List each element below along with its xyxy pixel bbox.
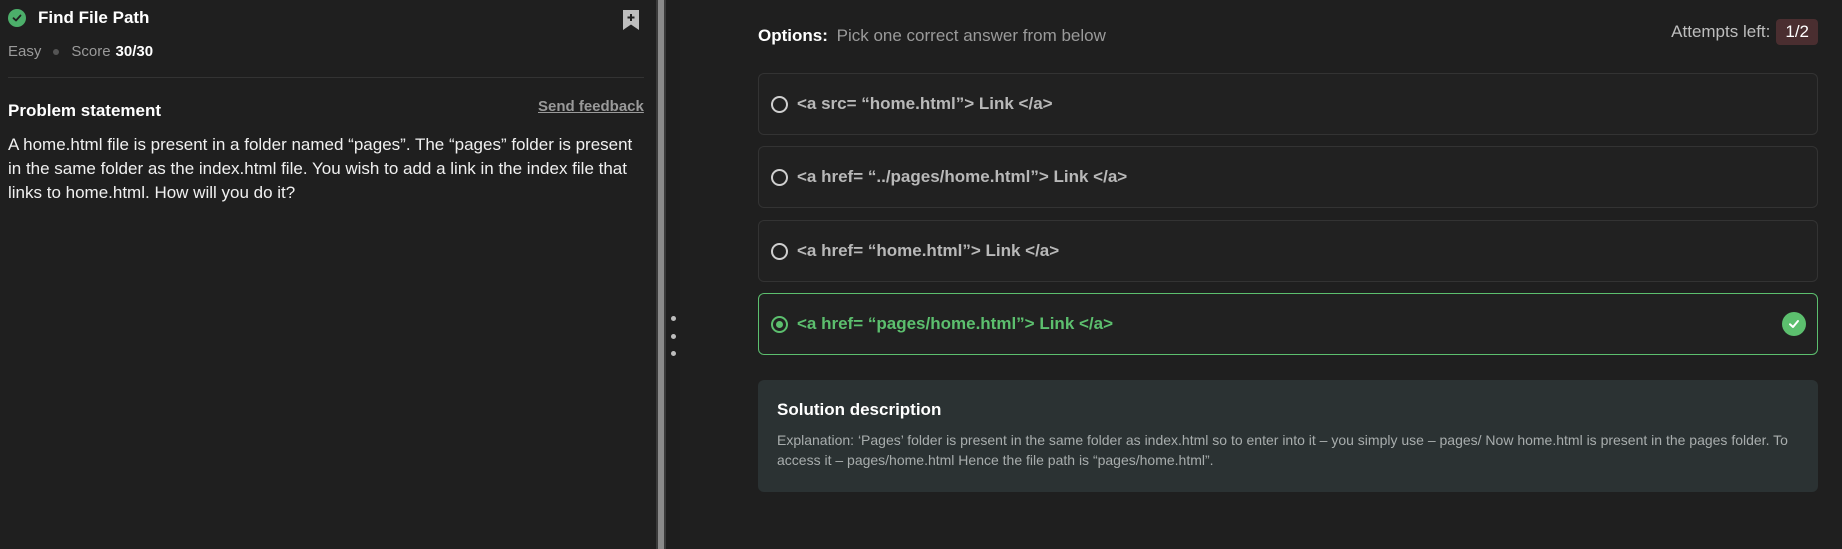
option-1[interactable]: <a src= “home.html”> Link </a>	[758, 73, 1818, 135]
option-3[interactable]: <a href= “home.html”> Link </a>	[758, 220, 1818, 282]
attempts-badge: 1/2	[1776, 19, 1818, 45]
divider	[8, 77, 644, 78]
radio-selected-icon[interactable]	[771, 315, 788, 333]
options-label: Options:	[758, 26, 828, 45]
score-value: 30/30	[115, 43, 154, 60]
difficulty-label: Easy	[8, 43, 42, 60]
score-label: Score	[71, 43, 111, 60]
send-feedback-link[interactable]: Send feedback	[538, 98, 644, 115]
attempts-label: Attempts left:	[1671, 22, 1771, 41]
option-text: <a href= “../pages/home.html”> Link </a>	[797, 167, 1128, 186]
solution-title: Solution description	[777, 400, 942, 419]
drag-grip-icon[interactable]	[670, 316, 676, 356]
options-hint: Pick one correct answer from below	[836, 26, 1106, 45]
radio-icon[interactable]	[771, 242, 788, 260]
radio-icon[interactable]	[771, 95, 788, 113]
option-text: <a href= “home.html”> Link </a>	[797, 241, 1060, 260]
pane-splitter[interactable]	[656, 0, 666, 549]
splitter-bar	[658, 0, 664, 549]
solution-panel: Solution description Explanation: ‘Pages…	[758, 380, 1818, 492]
problem-statement-text: A home.html file is present in a folder …	[8, 135, 633, 202]
problem-statement-heading: Problem statement	[8, 101, 162, 120]
options-header: Options: Pick one correct answer from be…	[758, 26, 1106, 46]
problem-meta: Easy Score 30/30	[8, 43, 153, 60]
radio-icon[interactable]	[771, 168, 788, 186]
bookmark-add-icon[interactable]	[622, 9, 640, 31]
problem-pane: Find File Path Easy Score 30/30 Problem …	[0, 0, 656, 549]
solved-check-icon	[8, 9, 26, 27]
solution-text: Explanation: ‘Pages’ folder is present i…	[777, 432, 1788, 468]
problem-title: Find File Path	[38, 8, 150, 27]
problem-title-row: Find File Path	[8, 8, 149, 28]
option-text: <a href= “pages/home.html”> Link </a>	[797, 314, 1114, 333]
option-4[interactable]: <a href= “pages/home.html”> Link </a>	[758, 293, 1818, 355]
option-text: <a src= “home.html”> Link </a>	[797, 94, 1053, 113]
answer-pane: Options: Pick one correct answer from be…	[680, 0, 1842, 549]
attempts-indicator: Attempts left: 1/2	[1671, 19, 1818, 45]
app-root: Find File Path Easy Score 30/30 Problem …	[0, 0, 1842, 549]
correct-check-icon	[1782, 312, 1806, 336]
option-2[interactable]: <a href= “../pages/home.html”> Link </a>	[758, 146, 1818, 208]
separator-dot	[53, 48, 60, 55]
